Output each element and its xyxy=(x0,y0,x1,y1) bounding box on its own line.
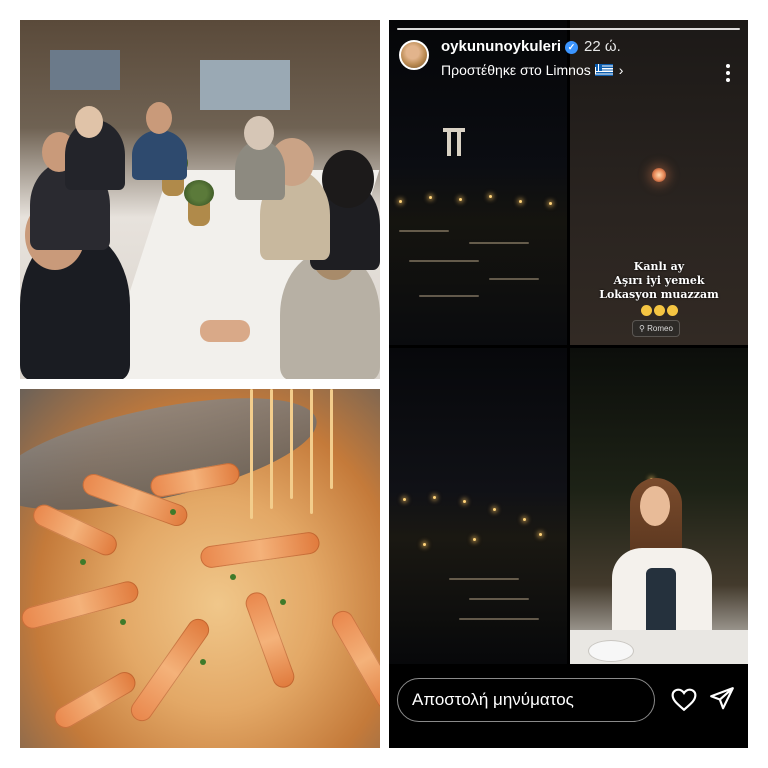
noodle xyxy=(270,389,273,509)
shrimp-pasta-photo xyxy=(20,389,380,748)
herb xyxy=(170,509,176,515)
username[interactable]: oykununoykuleri xyxy=(441,38,561,55)
shore-light xyxy=(459,198,462,201)
send-icon[interactable] xyxy=(709,686,735,712)
meeting-photo xyxy=(20,20,380,379)
person-head xyxy=(244,116,274,150)
shore-light xyxy=(519,200,522,203)
temple-ruin xyxy=(443,128,465,132)
added-to-location[interactable]: Προστέθηκε στο Limnos › xyxy=(441,62,623,78)
instagram-story[interactable]: Kanlı ay Aşırı iyi yemek Lokasyon muazza… xyxy=(389,20,748,748)
water-reflection xyxy=(449,578,519,580)
shore-light xyxy=(539,533,542,536)
water-reflection xyxy=(469,242,529,244)
story-progress-bar xyxy=(397,28,740,30)
added-label[interactable]: Προστέθηκε στο Limnos xyxy=(441,62,591,78)
shore-light xyxy=(493,508,496,511)
shrimp xyxy=(199,530,321,570)
temple-ruin xyxy=(457,130,461,156)
shore-light xyxy=(429,196,432,199)
shore-light xyxy=(463,500,466,503)
herb xyxy=(280,599,286,605)
yum-emoji-icon xyxy=(666,305,678,316)
water-reflection xyxy=(459,618,539,620)
noodle xyxy=(330,389,333,489)
water-reflection xyxy=(399,230,449,232)
person-head xyxy=(146,102,172,134)
caption-line-2: Aşırı iyi yemek xyxy=(613,274,705,287)
more-options-icon[interactable] xyxy=(721,64,735,85)
caption-line-1: Kanlı ay xyxy=(633,260,685,273)
reply-input[interactable]: Αποστολή μηνύματος xyxy=(397,678,655,722)
herb xyxy=(80,559,86,565)
location-pin-icon: ⚲ xyxy=(639,324,645,333)
person-head xyxy=(75,106,103,138)
top xyxy=(646,568,676,638)
story-tile-dinner-portrait xyxy=(570,348,748,664)
shore-light xyxy=(489,195,492,198)
verified-badge-icon: ✓ xyxy=(565,41,579,54)
chevron-right-icon: › xyxy=(618,62,624,78)
location-sticker[interactable]: ⚲ Romeo xyxy=(632,320,680,337)
water-reflection xyxy=(409,260,479,262)
yum-emoji-icon xyxy=(640,305,652,316)
shore-light xyxy=(523,518,526,521)
noodle xyxy=(310,389,313,514)
plate xyxy=(588,640,634,662)
shrimp xyxy=(50,667,140,733)
avatar[interactable] xyxy=(399,40,429,70)
shore-light xyxy=(399,200,402,203)
username-row[interactable]: oykununoykuleri ✓ 22 ώ. xyxy=(441,38,621,55)
story-tile-coast-night xyxy=(389,348,567,664)
yum-emoji-icon xyxy=(653,305,665,316)
temple-ruin xyxy=(447,130,451,156)
water-reflection xyxy=(469,598,529,600)
person-hands xyxy=(200,320,250,342)
shrimp xyxy=(327,606,380,714)
shore-light xyxy=(403,498,406,501)
herb xyxy=(230,574,236,580)
shore-light xyxy=(433,496,436,499)
caption-line-3: Lokasyon muazzam xyxy=(599,288,719,301)
reply-bar: Αποστολή μηνύματος xyxy=(389,664,748,748)
shore-light xyxy=(473,538,476,541)
restaurant-window xyxy=(200,60,290,110)
greek-flag-icon xyxy=(594,64,613,76)
heart-icon[interactable] xyxy=(671,688,697,712)
noodle xyxy=(250,389,253,519)
herb xyxy=(200,659,206,665)
restaurant-window xyxy=(50,50,120,90)
face xyxy=(640,486,670,526)
location-label: Romeo xyxy=(647,324,673,333)
story-header: oykununoykuleri ✓ 22 ώ. Προστέθηκε στο Lim… xyxy=(399,38,739,96)
water-reflection xyxy=(419,295,479,297)
shore-light xyxy=(423,543,426,546)
person xyxy=(132,130,187,180)
herb xyxy=(120,619,126,625)
noodle xyxy=(290,389,293,499)
story-caption: Kanlı ay Aşırı iyi yemek Lokasyon muazza… xyxy=(570,260,748,302)
person-head xyxy=(322,150,374,208)
shrimp xyxy=(126,614,214,726)
story-time: 22 ώ. xyxy=(584,38,621,55)
shrimp xyxy=(242,589,298,691)
blood-moon xyxy=(652,168,666,182)
water-reflection xyxy=(489,278,539,280)
plant xyxy=(184,180,214,206)
emoji-row xyxy=(570,303,748,321)
shore-light xyxy=(549,202,552,205)
